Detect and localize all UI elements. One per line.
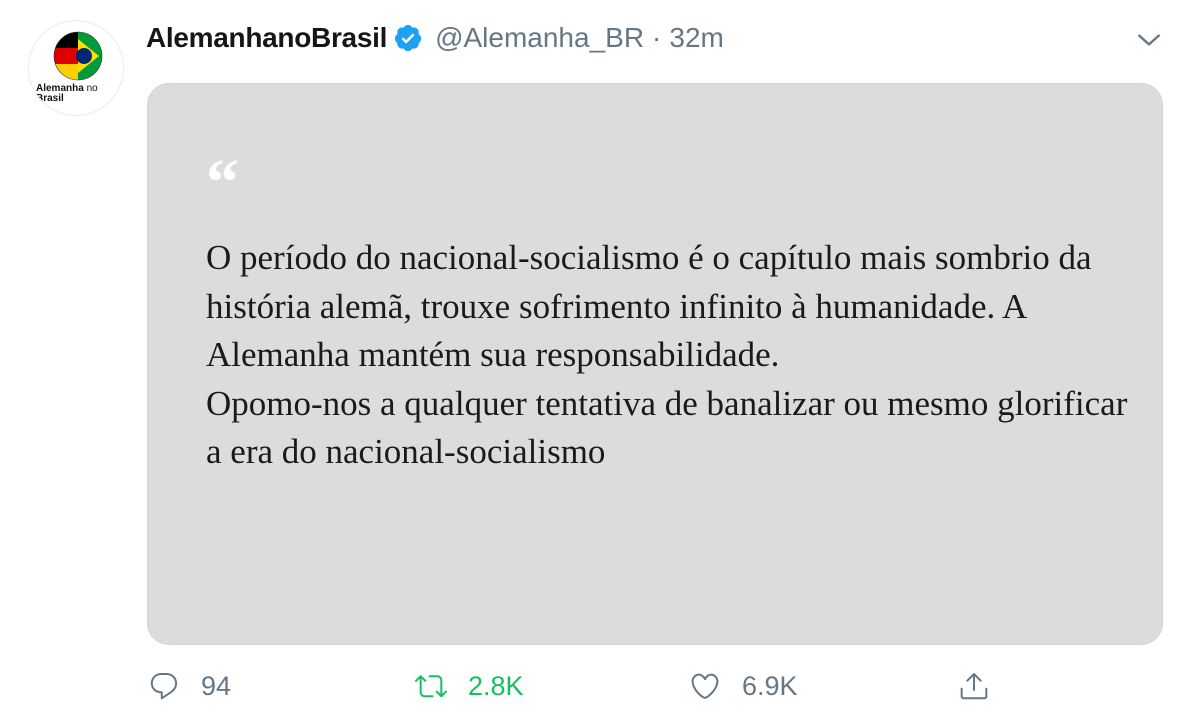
retweet-button[interactable]: 2.8K bbox=[415, 660, 524, 712]
reply-count: 94 bbox=[201, 670, 232, 701]
quote-paragraph: O período do nacional-socialismo é o cap… bbox=[206, 238, 1092, 375]
like-button[interactable]: 6.9K bbox=[689, 660, 798, 712]
like-count: 6.9K bbox=[742, 670, 798, 701]
author-display-name[interactable]: AlemanhanoBrasil bbox=[146, 22, 387, 54]
author-handle[interactable]: @Alemanha_BR bbox=[435, 22, 644, 54]
tweet-actions: 94 2.8K 6.9K bbox=[0, 660, 1190, 712]
quote-mark: “ bbox=[206, 146, 239, 219]
germany-brazil-flag-logo bbox=[53, 31, 103, 81]
reply-button[interactable]: 94 bbox=[148, 660, 231, 712]
share-icon bbox=[960, 673, 988, 700]
chevron-down-icon[interactable] bbox=[1136, 27, 1162, 53]
share-button[interactable] bbox=[958, 660, 990, 712]
avatar[interactable]: Alemanha no Brasil bbox=[28, 20, 124, 116]
retweet-count: 2.8K bbox=[468, 670, 524, 701]
quote-text: O período do nacional-socialismo é o cap… bbox=[206, 234, 1146, 477]
tweet-header: AlemanhanoBrasil @Alemanha_BR · 32m bbox=[146, 18, 724, 58]
separator-dot: · bbox=[652, 22, 662, 53]
reply-icon bbox=[150, 672, 178, 700]
avatar-logo-text: Alemanha no Brasil bbox=[36, 83, 98, 104]
like-icon bbox=[691, 673, 719, 699]
tweet-timestamp[interactable]: 32m bbox=[669, 22, 723, 54]
tweet-image-card[interactable]: “ O período do nacional-socialismo é o c… bbox=[147, 83, 1163, 645]
retweet-icon bbox=[415, 675, 447, 698]
quote-paragraph: Opomo-nos a qualquer tentativa de banali… bbox=[206, 383, 1128, 472]
verified-badge-icon bbox=[394, 24, 422, 52]
